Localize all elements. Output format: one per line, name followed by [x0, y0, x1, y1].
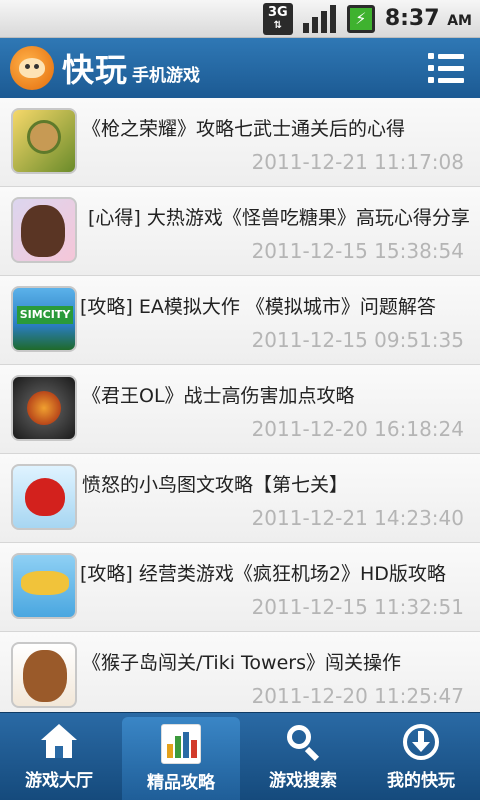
bar-chart-icon: [161, 724, 201, 764]
list-item[interactable]: [攻略] 经营类游戏《疯狂机场2》HD版攻略 2011-12-15 11:32:…: [0, 543, 480, 632]
battery-charging-icon: ⚡: [346, 4, 375, 33]
angry-bird-game-icon: [11, 464, 77, 530]
article-title: [心得] 大热游戏《怪兽吃糖果》高玩心得分享: [88, 207, 470, 229]
airport-mania-game-icon: [11, 553, 77, 619]
article-title: [攻略] 经营类游戏《疯狂机场2》HD版攻略: [80, 563, 446, 585]
monkey-logo-icon: [10, 46, 54, 90]
clock-ampm: AM: [447, 13, 472, 29]
king-ol-game-icon: [11, 375, 77, 441]
data-arrows-icon: ⇅: [273, 19, 282, 31]
app-header: 快玩 手机游戏: [0, 38, 480, 98]
tab-label: 游戏搜索: [269, 771, 337, 791]
tab-my-kuaiwan[interactable]: 我的快玩: [362, 713, 480, 800]
tab-label: 游戏大厅: [25, 771, 93, 791]
candy-monster-game-icon: [11, 197, 77, 263]
clock-time: 8:37: [384, 6, 440, 31]
article-list[interactable]: 《枪之荣耀》攻略七武士通关后的心得 2011-12-21 11:17:08 [心…: [0, 98, 480, 712]
simcity-logo-text: SIMCITY: [17, 306, 73, 324]
article-title: [攻略] EA模拟大作 《模拟城市》问题解答: [80, 296, 436, 318]
bottom-tab-bar: 游戏大厅 精品攻略 游戏搜索 我的快玩: [0, 712, 480, 800]
article-title: 《枪之荣耀》攻略七武士通关后的心得: [82, 118, 406, 140]
menu-list-button[interactable]: [428, 50, 464, 86]
app-title: 快玩: [62, 51, 129, 89]
app-subtitle: 手机游戏: [132, 65, 201, 86]
list-item[interactable]: 《猴子岛闯关/Tiki Towers》闯关操作 2011-12-20 11:25…: [0, 632, 480, 712]
list-item[interactable]: SIMCITY [攻略] EA模拟大作 《模拟城市》问题解答 2011-12-1…: [0, 276, 480, 365]
list-item[interactable]: 《君王OL》战士高伤害加点攻略 2011-12-20 16:18:24: [0, 365, 480, 454]
search-icon: [283, 722, 323, 762]
simcity-game-icon: SIMCITY: [11, 286, 77, 352]
soldier-tank-game-icon: [11, 108, 77, 174]
tab-featured-guides[interactable]: 精品攻略: [122, 717, 240, 800]
signal-strength-icon: [302, 3, 337, 35]
status-time: 8:37 AM: [385, 6, 472, 31]
list-item[interactable]: 愤怒的小鸟图文攻略【第七关】 2011-12-21 14:23:40: [0, 454, 480, 543]
network-3g-icon: 3G ⇅: [262, 2, 293, 35]
list-item[interactable]: 《枪之荣耀》攻略七武士通关后的心得 2011-12-21 11:17:08: [0, 98, 480, 187]
article-date: 2011-12-21 11:17:08: [251, 150, 464, 174]
article-date: 2011-12-20 16:18:24: [251, 417, 464, 441]
article-title: 愤怒的小鸟图文攻略【第七关】: [82, 474, 349, 496]
article-date: 2011-12-21 14:23:40: [251, 506, 464, 530]
status-bar: 3G ⇅ ⚡ 8:37 AM: [0, 0, 480, 38]
tab-label: 精品攻略: [147, 773, 215, 793]
home-icon: [39, 722, 79, 762]
list-item[interactable]: [心得] 大热游戏《怪兽吃糖果》高玩心得分享 2011-12-15 15:38:…: [0, 187, 480, 276]
article-date: 2011-12-20 11:25:47: [251, 684, 464, 708]
download-icon: [401, 722, 441, 762]
tab-game-search[interactable]: 游戏搜索: [244, 713, 362, 800]
network-label: 3G: [267, 4, 288, 20]
tab-label: 我的快玩: [387, 771, 455, 791]
article-date: 2011-12-15 09:51:35: [251, 328, 464, 352]
article-date: 2011-12-15 15:38:54: [251, 239, 464, 263]
tab-game-hall[interactable]: 游戏大厅: [0, 713, 118, 800]
article-title: 《君王OL》战士高伤害加点攻略: [82, 385, 355, 407]
article-date: 2011-12-15 11:32:51: [251, 595, 464, 619]
article-title: 《猴子岛闯关/Tiki Towers》闯关操作: [82, 652, 401, 674]
monkey-tiki-towers-game-icon: [11, 642, 77, 708]
